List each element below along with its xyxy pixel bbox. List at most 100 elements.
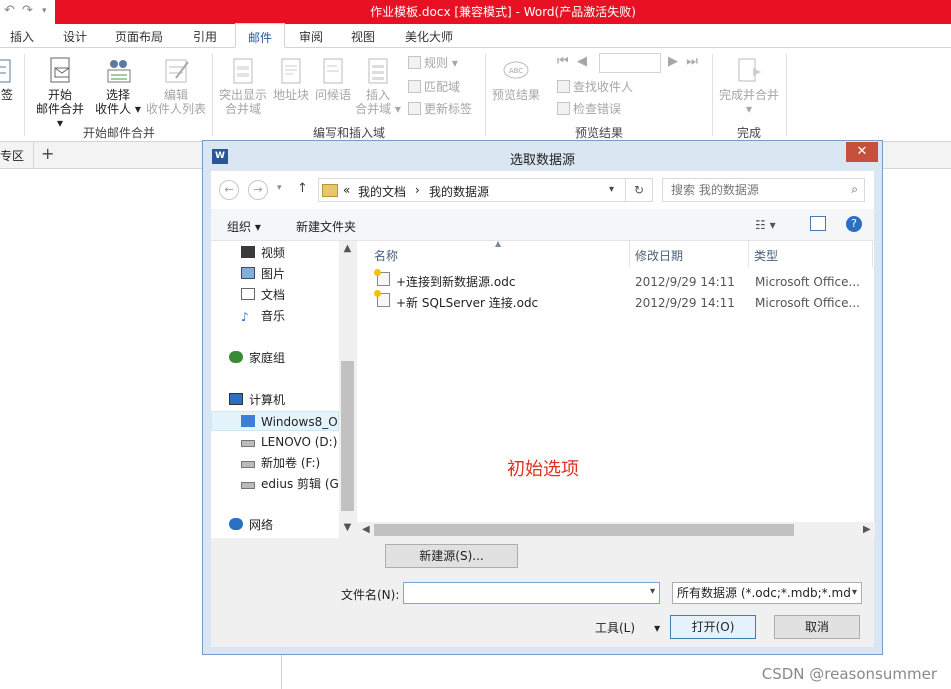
insert-merge-field-button[interactable]: 插入 合并域 ▾ — [355, 56, 401, 116]
undo-icon[interactable]: ↶ — [4, 3, 15, 18]
check-errors-icon — [557, 102, 570, 115]
find-recipient-button[interactable]: 查找收件人 — [557, 80, 633, 94]
breadcrumb-my-data-sources[interactable]: 我的数据源 — [429, 183, 489, 200]
zone-tab-partial[interactable]: 专区 — [0, 147, 24, 164]
rules-button[interactable]: 规则 ▾ — [408, 56, 458, 70]
nav-item-documents[interactable]: 文档 — [211, 285, 339, 305]
address-block-icon — [281, 58, 301, 84]
filename-dropdown-icon[interactable]: ▾ — [650, 586, 655, 597]
finish-merge-button[interactable]: 完成并合并 ▾ — [717, 56, 781, 116]
windows-drive-icon — [241, 415, 255, 427]
tab-insert[interactable]: 插入 — [10, 28, 34, 45]
nav-item-homegroup[interactable]: 家庭组 — [211, 348, 339, 368]
folder-icon — [322, 184, 338, 197]
tab-review[interactable]: 审阅 — [299, 28, 323, 45]
odc-file-icon — [374, 290, 390, 307]
document-icon — [241, 288, 255, 300]
search-input[interactable] — [671, 182, 841, 198]
labels-button-partial[interactable]: 签 — [0, 56, 14, 102]
search-icon[interactable]: ⌕ — [851, 182, 858, 197]
cancel-button[interactable]: 取消 — [774, 615, 860, 639]
redo-icon[interactable]: ↷ — [22, 3, 33, 18]
record-number-input[interactable] — [599, 53, 661, 73]
nav-item-music[interactable]: ♪ 音乐 — [211, 306, 339, 326]
finish-merge-icon — [738, 58, 761, 82]
tab-design[interactable]: 设计 — [63, 28, 87, 45]
scroll-up-icon[interactable]: ▲ — [339, 243, 356, 254]
forward-icon[interactable]: → — [248, 180, 268, 200]
breadcrumb-my-documents[interactable]: 我的文档 — [358, 183, 406, 200]
dialog-title: 选取数据源 — [509, 153, 575, 168]
help-icon[interactable]: ? — [846, 216, 862, 232]
filename-input[interactable] — [407, 585, 642, 601]
start-mail-merge-button[interactable]: 开始 邮件合并 ▾ — [32, 56, 88, 130]
address-bar[interactable]: « 我的文档 › 我的数据源 ▾ — [318, 178, 652, 202]
preview-pane-icon[interactable] — [810, 216, 826, 231]
address-dropdown-icon[interactable]: ▾ — [609, 184, 614, 195]
tab-page-layout[interactable]: 页面布局 — [115, 28, 163, 45]
file-type-select[interactable]: 所有数据源 (*.odc;*.mdb;*.md ▾ — [672, 582, 862, 604]
file-name: +连接到新数据源.odc — [396, 275, 516, 289]
view-options-icon[interactable]: ☷ ▾ — [755, 218, 776, 232]
address-block-button[interactable]: 地址块 — [271, 56, 311, 102]
highlight-merge-fields-button[interactable]: 突出显示 合并域 — [217, 56, 269, 116]
back-icon[interactable]: ← — [219, 180, 239, 200]
nav-item-network[interactable]: 网络 — [211, 515, 339, 535]
select-recipients-button[interactable]: 选择 收件人 ▾ — [93, 56, 143, 116]
first-record-icon[interactable]: ⏮ — [557, 54, 569, 69]
next-record-icon[interactable]: ▶ — [668, 54, 678, 69]
last-record-icon[interactable]: ⏭ — [686, 54, 698, 69]
nav-item-computer[interactable]: 计算机 — [211, 390, 339, 410]
preview-results-button[interactable]: ABC 预览结果 — [489, 56, 543, 102]
nav-item-new-volume-drive[interactable]: 新加卷 (F:) — [211, 453, 339, 473]
filename-label: 文件名(N): — [341, 588, 400, 602]
scroll-right-icon[interactable]: ▶ — [863, 522, 871, 538]
tab-references[interactable]: 引用 — [193, 28, 217, 45]
horizontal-scroll-thumb[interactable] — [374, 524, 794, 536]
customize-qat-icon[interactable]: ▾ — [42, 6, 47, 16]
tools-button[interactable]: 工具(L) ▾ — [595, 619, 660, 636]
nav-item-pictures[interactable]: 图片 — [211, 264, 339, 284]
update-labels-button[interactable]: 更新标签 — [408, 102, 472, 116]
column-header-type[interactable]: 类型 — [754, 247, 778, 264]
organize-button[interactable]: 组织 ▾ — [227, 218, 261, 235]
file-row[interactable]: +连接到新数据源.odc 2012/9/29 14:11 Microsoft O… — [357, 269, 875, 292]
tab-view[interactable]: 视图 — [351, 28, 375, 45]
match-fields-button[interactable]: 匹配域 — [408, 80, 460, 94]
tab-beautify-master[interactable]: 美化大师 — [405, 28, 453, 45]
open-button[interactable]: 打开(O) — [670, 615, 756, 639]
start-mail-merge-icon — [50, 57, 70, 83]
watermark: CSDN @reasonsummer — [761, 665, 937, 683]
close-icon[interactable]: ✕ — [846, 142, 878, 162]
drive-icon — [241, 440, 255, 447]
nav-scroll-thumb[interactable] — [341, 361, 354, 511]
previous-record-icon[interactable]: ◀ — [577, 54, 587, 69]
scroll-left-icon[interactable]: ◀ — [362, 522, 370, 538]
update-labels-icon — [408, 102, 421, 115]
filename-field[interactable]: ▾ — [403, 582, 660, 604]
nav-item-lenovo-drive[interactable]: LENOVO (D:) — [211, 432, 339, 452]
nav-item-windows8-drive[interactable]: Windows8_O — [211, 411, 339, 431]
tab-mailings[interactable]: 邮件 — [235, 23, 285, 48]
scroll-down-icon[interactable]: ▼ — [339, 522, 356, 533]
column-header-name[interactable]: 名称 — [374, 247, 398, 264]
column-header-modified[interactable]: 修改日期 — [635, 247, 683, 264]
check-errors-button[interactable]: 检查错误 — [557, 102, 621, 116]
new-source-button[interactable]: 新建源(S)... — [385, 544, 518, 568]
nav-item-edius-drive[interactable]: edius 剪辑 (G — [211, 474, 339, 494]
nav-pane-scrollbar[interactable]: ▲ ▼ — [339, 241, 356, 538]
refresh-icon[interactable]: ↻ — [625, 178, 653, 202]
file-row[interactable]: +新 SQLServer 连接.odc 2012/9/29 14:11 Micr… — [357, 290, 875, 313]
nav-item-videos[interactable]: 视频 — [211, 243, 339, 263]
up-folder-icon[interactable]: ↑ — [297, 181, 308, 196]
search-box[interactable]: ⌕ — [662, 178, 865, 202]
file-type-dropdown-icon[interactable]: ▾ — [849, 583, 857, 603]
recent-locations-icon[interactable]: ▾ — [277, 183, 282, 193]
greeting-line-button[interactable]: 问候语 — [313, 56, 353, 102]
homegroup-icon — [229, 351, 243, 363]
edit-recipient-list-button[interactable]: 编辑 收件人列表 — [145, 56, 207, 116]
add-tab-icon[interactable]: + — [41, 144, 54, 163]
new-folder-button[interactable]: 新建文件夹 — [296, 218, 356, 235]
file-list-horizontal-scrollbar[interactable]: ◀ ▶ — [357, 522, 875, 538]
network-icon — [229, 518, 243, 530]
